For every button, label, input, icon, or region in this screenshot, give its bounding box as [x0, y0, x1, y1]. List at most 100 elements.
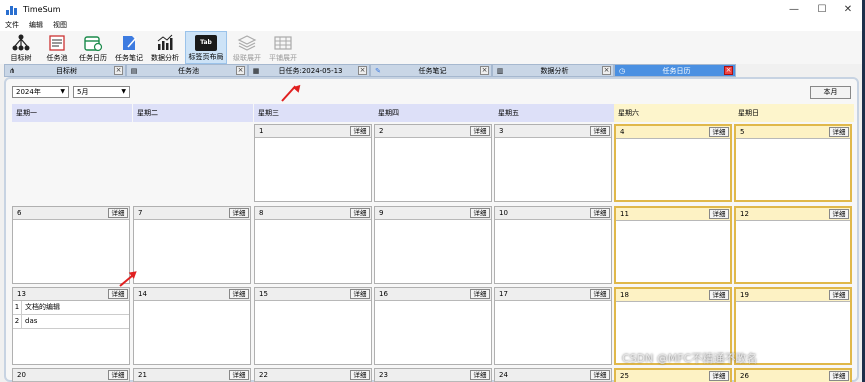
day-cell[interactable]: 15 详细: [254, 287, 372, 365]
day-cell[interactable]: 14 详细: [133, 287, 251, 365]
month-select[interactable]: 5月 ▼: [73, 86, 130, 98]
tree-icon: ⋔: [9, 66, 15, 75]
day-cell[interactable]: 9 详细: [374, 206, 492, 284]
maximize-button[interactable]: ☐: [808, 0, 836, 19]
tab-close-icon[interactable]: ×: [114, 66, 123, 75]
detail-button[interactable]: 详细: [229, 370, 249, 380]
toolbar-task-calendar-button[interactable]: 任务日历: [77, 31, 109, 64]
detail-button[interactable]: 详细: [829, 127, 849, 137]
tab-data-analysis[interactable]: ▥ 数据分析 ×: [492, 64, 614, 77]
day-header: 21 详细: [134, 369, 250, 382]
day-number: 21: [138, 371, 147, 379]
tab-close-icon[interactable]: ×: [358, 66, 367, 75]
detail-button[interactable]: 详细: [108, 370, 128, 380]
day-number: 2: [379, 127, 384, 135]
toolbar-label: 标签页布局: [188, 53, 224, 61]
day-cell[interactable]: 24 详细: [494, 368, 612, 382]
year-value: 2024年: [16, 88, 41, 96]
minimize-button[interactable]: —: [780, 0, 808, 19]
day-cell[interactable]: 13 详细 1 文档的编辑 2 das: [12, 287, 130, 365]
detail-button[interactable]: 详细: [590, 208, 610, 218]
detail-button[interactable]: 详细: [350, 126, 370, 136]
toolbar-task-notes-button[interactable]: 任务笔记: [113, 31, 145, 64]
tab-close-icon[interactable]: ×: [480, 66, 489, 75]
detail-button[interactable]: 详细: [590, 289, 610, 299]
day-number: 22: [259, 371, 268, 379]
day-header: 11 详细: [616, 208, 730, 221]
task-row[interactable]: 1 文档的编辑: [13, 301, 129, 315]
detail-button[interactable]: 详细: [229, 289, 249, 299]
day-cell[interactable]: 3 详细: [494, 124, 612, 202]
detail-button[interactable]: 详细: [709, 371, 729, 381]
day-cell[interactable]: 11 详细: [614, 206, 732, 284]
day-cell[interactable]: 4 详细: [614, 124, 732, 202]
day-cell[interactable]: 16 详细: [374, 287, 492, 365]
tree-icon: [12, 34, 30, 51]
day-cell[interactable]: 23 详细: [374, 368, 492, 382]
detail-button[interactable]: 详细: [709, 209, 729, 219]
menu-view[interactable]: 视图: [48, 19, 72, 31]
day-cell[interactable]: 8 详细: [254, 206, 372, 284]
tab-daily-task[interactable]: ▦ 日任务:2024-05-13 ×: [248, 64, 370, 77]
menu-file[interactable]: 文件: [0, 19, 24, 31]
toolbar-tile-button[interactable]: 平铺展开: [267, 31, 299, 64]
detail-button[interactable]: 详细: [108, 289, 128, 299]
toolbar-cascade-button[interactable]: 级联展开: [231, 31, 263, 64]
day-cell[interactable]: 26 详细: [734, 368, 852, 382]
toolbar-task-pool-button[interactable]: 任务池: [41, 31, 73, 64]
detail-button[interactable]: 详细: [108, 208, 128, 218]
tab-close-icon[interactable]: ×: [724, 66, 733, 75]
tab-goal-tree[interactable]: ⋔ 目标树 ×: [4, 64, 126, 77]
day-cell[interactable]: 2 详细: [374, 124, 492, 202]
menu-edit[interactable]: 编辑: [24, 19, 48, 31]
day-header: 4 详细: [616, 126, 730, 139]
detail-button[interactable]: 详细: [709, 290, 729, 300]
detail-button[interactable]: 详细: [350, 289, 370, 299]
month-value: 5月: [77, 88, 89, 96]
detail-button[interactable]: 详细: [829, 290, 849, 300]
tab-task-notes[interactable]: ✎ 任务笔记 ×: [370, 64, 492, 77]
year-select[interactable]: 2024年 ▼: [12, 86, 69, 98]
detail-button[interactable]: 详细: [470, 370, 490, 380]
day-cell[interactable]: 20 详细: [12, 368, 130, 382]
day-task-list: 1 文档的编辑 2 das: [13, 301, 129, 364]
detail-button[interactable]: 详细: [229, 208, 249, 218]
day-cell[interactable]: 5 详细: [734, 124, 852, 202]
day-cell[interactable]: 12 详细: [734, 206, 852, 284]
detail-button[interactable]: 详细: [470, 126, 490, 136]
day-header: 10 详细: [495, 207, 611, 220]
this-month-button[interactable]: 本月: [810, 86, 851, 99]
tab-task-calendar[interactable]: ◷ 任务日历 ×: [614, 64, 736, 77]
toolbar-data-analysis-button[interactable]: 数据分析: [149, 31, 181, 64]
day-cell[interactable]: 21 详细: [133, 368, 251, 382]
day-cell[interactable]: 7 详细: [133, 206, 251, 284]
day-number: 3: [499, 127, 504, 135]
toolbar-goal-tree-button[interactable]: 目标树: [5, 31, 37, 64]
task-row[interactable]: 2 das: [13, 315, 129, 329]
day-cell[interactable]: 17 详细: [494, 287, 612, 365]
day-cell[interactable]: 10 详细: [494, 206, 612, 284]
close-button[interactable]: ✕: [834, 0, 862, 19]
detail-button[interactable]: 详细: [590, 126, 610, 136]
tab-close-icon[interactable]: ×: [236, 66, 245, 75]
tab-task-pool[interactable]: ▤ 任务池 ×: [126, 64, 248, 77]
detail-button[interactable]: 详细: [350, 370, 370, 380]
tab-close-icon[interactable]: ×: [602, 66, 611, 75]
tab-label: 数据分析: [540, 66, 569, 75]
detail-button[interactable]: 详细: [829, 371, 849, 381]
day-cell[interactable]: 6 详细: [12, 206, 130, 284]
detail-button[interactable]: 详细: [590, 370, 610, 380]
task-index: 2: [13, 315, 22, 328]
detail-button[interactable]: 详细: [470, 289, 490, 299]
detail-button[interactable]: 详细: [829, 209, 849, 219]
detail-button[interactable]: 详细: [470, 208, 490, 218]
day-cell[interactable]: 25 详细: [614, 368, 732, 382]
day-header: 26 详细: [736, 370, 850, 382]
day-header: 12 详细: [736, 208, 850, 221]
day-cell[interactable]: 1 详细: [254, 124, 372, 202]
day-cell[interactable]: 22 详细: [254, 368, 372, 382]
day-header: 9 详细: [375, 207, 491, 220]
detail-button[interactable]: 详细: [709, 127, 729, 137]
detail-button[interactable]: 详细: [350, 208, 370, 218]
toolbar-tab-layout-button[interactable]: Tab 标签页布局: [185, 31, 227, 64]
